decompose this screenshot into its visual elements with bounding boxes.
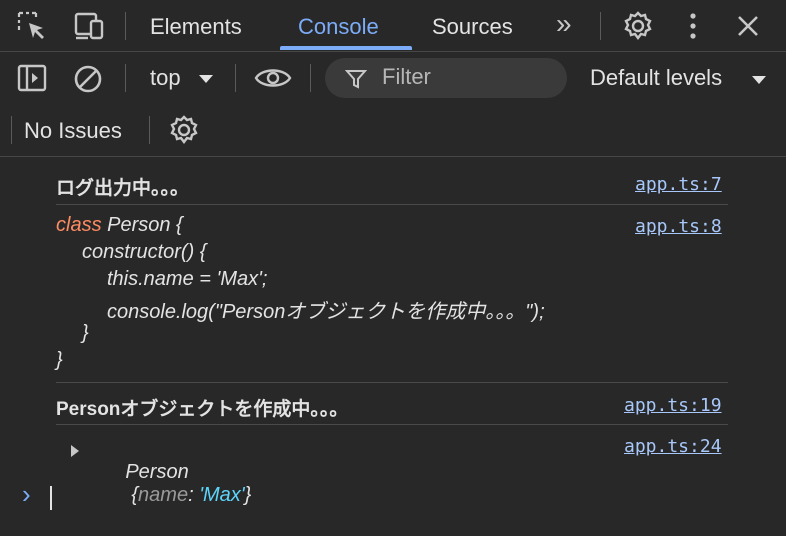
code-line: console.log("Personオブジェクトを作成中。。。"); bbox=[107, 301, 545, 323]
code-keyword: class bbox=[56, 214, 102, 236]
chevron-down-icon bbox=[199, 75, 213, 83]
context-selector[interactable]: top bbox=[150, 65, 213, 93]
object-preview[interactable]: Person {name: 'Max'} bbox=[92, 438, 251, 530]
devtools-tabbar: Elements Console Sources » bbox=[0, 0, 786, 52]
code-line: constructor() { bbox=[82, 241, 207, 263]
code-line: class Person { bbox=[56, 214, 183, 237]
source-link[interactable]: app.ts:8 bbox=[635, 216, 722, 237]
property-key: name bbox=[138, 484, 189, 506]
log-text: Personオブジェクトを作成中。。。 bbox=[56, 399, 349, 420]
chevron-down-icon bbox=[752, 76, 766, 84]
console-messages: ログ出力中。。。 app.ts:7 class Person { constru… bbox=[0, 157, 786, 536]
settings-gear-icon[interactable] bbox=[622, 10, 654, 42]
code-line: this.name = 'Max'; bbox=[107, 268, 268, 290]
tab-sources[interactable]: Sources bbox=[432, 0, 513, 51]
message-divider bbox=[56, 382, 728, 383]
tab-console[interactable]: Console bbox=[298, 0, 379, 51]
filter-placeholder: Filter bbox=[382, 64, 431, 89]
property-value: 'Max' bbox=[199, 484, 245, 506]
message-divider bbox=[56, 204, 728, 205]
code-line: } bbox=[82, 322, 89, 344]
toolbar-divider bbox=[11, 116, 12, 144]
source-link[interactable]: app.ts:19 bbox=[624, 395, 722, 416]
context-selector-label: top bbox=[150, 65, 181, 90]
filter-funnel-icon bbox=[345, 70, 367, 89]
tabbar-divider bbox=[600, 12, 601, 40]
eye-icon[interactable] bbox=[254, 66, 292, 90]
object-name: Person bbox=[125, 461, 189, 483]
toolbar-divider bbox=[235, 64, 236, 92]
toolbar-divider bbox=[125, 64, 126, 92]
object-brace: } bbox=[244, 484, 252, 506]
inspect-element-icon[interactable] bbox=[17, 11, 47, 41]
source-link[interactable]: app.ts:24 bbox=[624, 436, 722, 457]
more-tabs-button[interactable]: » bbox=[556, 0, 572, 51]
issues-toolbar: No Issues bbox=[0, 104, 786, 157]
console-toolbar: top Filter Default levels bbox=[0, 52, 786, 104]
log-levels-label: Default levels bbox=[590, 65, 723, 90]
device-toolbar-icon[interactable] bbox=[73, 11, 105, 41]
tab-elements[interactable]: Elements bbox=[150, 0, 242, 51]
expand-triangle-icon[interactable] bbox=[70, 444, 80, 458]
toolbar-divider bbox=[310, 64, 311, 92]
code-line: } bbox=[56, 349, 63, 371]
issues-counter[interactable]: No Issues bbox=[24, 118, 122, 144]
property-colon: : bbox=[188, 484, 194, 506]
close-icon[interactable] bbox=[735, 13, 761, 39]
console-input-caret[interactable] bbox=[50, 486, 52, 510]
source-link[interactable]: app.ts:7 bbox=[635, 174, 722, 195]
active-tab-indicator bbox=[280, 46, 412, 50]
clear-console-icon[interactable] bbox=[73, 64, 103, 94]
console-settings-gear-icon[interactable] bbox=[168, 114, 200, 146]
toolbar-divider bbox=[149, 116, 150, 144]
log-text: ログ出力中。。。 bbox=[56, 178, 190, 199]
sidebar-toggle-icon[interactable] bbox=[17, 64, 47, 92]
code-text: Person { bbox=[101, 214, 183, 236]
message-divider bbox=[56, 424, 728, 425]
console-prompt-symbol: › bbox=[22, 479, 31, 509]
filter-input[interactable] bbox=[325, 58, 567, 98]
more-options-icon[interactable] bbox=[686, 11, 700, 41]
log-levels-dropdown[interactable]: Default levels bbox=[590, 65, 770, 93]
tabbar-divider bbox=[125, 12, 126, 40]
